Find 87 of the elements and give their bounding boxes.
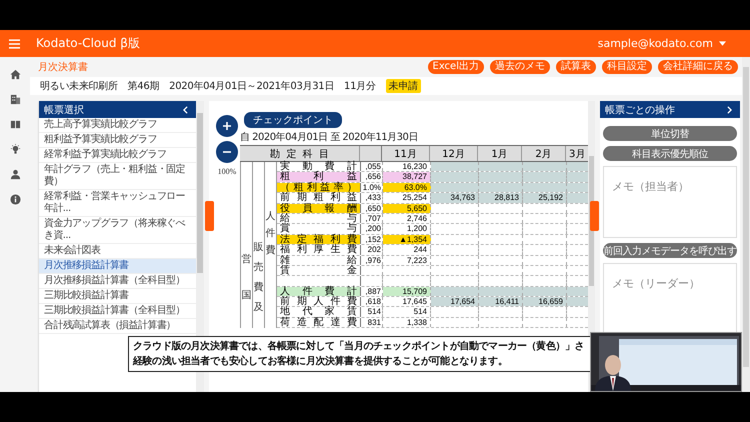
company-name: 明るい未来印刷所 (40, 80, 118, 93)
operation-button[interactable]: 科目表示優先順位 (603, 146, 737, 161)
table-cell: 16,411 (479, 297, 523, 306)
operation-button[interactable]: 単位切替 (603, 126, 737, 141)
report-list-item[interactable]: 三期比較損益計算書（全科目型） (39, 304, 196, 319)
report-list-item[interactable]: 経常利益予算実績比較グラフ (39, 148, 196, 163)
fiscal-term: 第46期 (128, 80, 160, 93)
table-cell: 38,727 (383, 172, 431, 182)
shaded-cell (523, 172, 567, 182)
table-cell: 5,650 (383, 204, 431, 213)
page-title: 月次決算書 (38, 60, 88, 74)
checkpoint-button[interactable]: チェックポイント (244, 112, 342, 128)
scrollbar[interactable] (742, 57, 750, 392)
group-label: 販売費及 (254, 241, 264, 315)
status-badge: 未申請 (386, 79, 421, 93)
report-list-item[interactable]: 売上高予算実績比較グラフ (39, 118, 196, 133)
report-list-item[interactable]: 月次推移損益計算書（全科目型） (39, 274, 196, 289)
memo-field[interactable]: メモ（リーダー） (603, 263, 737, 335)
subtitle-text: 経験の浅い担当者でも安心してお客様に月次決算書を提供することが可能となります。 (133, 354, 508, 369)
report-month: 11月分 (344, 80, 376, 93)
zoom-out-button[interactable] (216, 141, 238, 163)
caret-icon (719, 41, 726, 46)
account-cell: 法定福利費 (277, 234, 361, 244)
report-list-item[interactable]: 合計残高試算表（損益計算書） (39, 319, 196, 334)
shaded-cell (567, 182, 588, 192)
lightbulb-icon[interactable] (10, 144, 20, 155)
shaded-cell (479, 182, 523, 192)
menu-icon[interactable] (9, 38, 20, 48)
recall-memo-button[interactable]: 前回入力メモデータを呼び出す (603, 243, 737, 258)
report-list-item[interactable]: 月次推移損益計算書 (39, 259, 196, 274)
book-icon[interactable] (10, 119, 20, 130)
column-header: 2月 (522, 146, 566, 161)
table-cell: 17,654 (431, 297, 479, 306)
shaded-cell (523, 162, 567, 172)
account-cell: 前期人件費 (277, 297, 361, 306)
column-header: 勘定科目 (240, 146, 360, 161)
app-title: Kodato-Cloud β版 (36, 35, 140, 52)
account-cell: 給与 (277, 214, 361, 224)
table-cell: ▲1,354 (383, 234, 431, 244)
account-cell: 賞与 (277, 224, 361, 234)
collapse-icon[interactable] (183, 106, 188, 114)
account-cell: 実動費計 (277, 162, 361, 172)
shaded-cell (567, 297, 588, 306)
account-cell: 粗利益 (277, 172, 361, 182)
expand-icon[interactable] (727, 106, 732, 114)
account-cell: （粗利益率） (277, 182, 361, 192)
account-cell: 役員報酬 (277, 204, 361, 213)
column-header: 1月 (478, 146, 522, 161)
panel-title: 帳票選択 (44, 104, 84, 116)
report-list-item[interactable]: 三期比較損益計算書 (39, 289, 196, 304)
account-cell: 前期粗利益 (277, 193, 361, 203)
memo-field[interactable]: メモ（担当者） (603, 166, 737, 238)
column-header: 12月 (430, 146, 478, 161)
home-icon[interactable] (10, 69, 20, 80)
account-cell: 人件費計 (277, 286, 361, 296)
column-header: 11月 (382, 146, 430, 161)
table-cell: 28,813 (479, 193, 523, 203)
account-cell: 福利厚生費 (277, 245, 361, 255)
account-cell: 雑給 (277, 256, 361, 265)
shaded-cell (567, 193, 588, 203)
fiscal-period: 2020年04月01日～2021年03月31日 (169, 80, 334, 93)
panel-title: 帳票ごとの操作 (605, 104, 675, 116)
subtitle-text: クラウド版の月次決算書では、各帳票に対して「当月のチェックポイントが自動でマーカー（黄色）」さ (133, 339, 586, 354)
group-label: 人件費 (266, 210, 276, 258)
building-icon[interactable] (10, 94, 20, 105)
zoom-level: 100% (218, 167, 236, 176)
shaded-cell (567, 172, 588, 182)
table-cell: 34,763 (431, 193, 479, 203)
report-list-item[interactable]: 粗利益予算実績比較グラフ (39, 133, 196, 148)
plus-icon (222, 121, 232, 131)
info-icon[interactable] (10, 194, 20, 205)
group-label: 営国 (242, 252, 252, 303)
zoom-in-button[interactable] (216, 115, 238, 137)
shaded-cell (479, 162, 523, 172)
date-range: 自 2020年04月01日 至 2020年11月30日 (240, 131, 419, 144)
shaded-cell (523, 182, 567, 192)
table-cell: 16,659 (523, 297, 567, 306)
table-cell: 63.0% (383, 182, 431, 192)
account-cell: 荷造配達費 (277, 318, 361, 328)
table-cell: 15,709 (383, 286, 431, 296)
account-cell: 地代家賃 (277, 307, 361, 317)
table-cell: 25,192 (523, 193, 567, 203)
shaded-cell (567, 162, 588, 172)
shaded-cell (479, 172, 523, 182)
shaded-cell (567, 286, 588, 296)
person-icon[interactable] (10, 169, 20, 180)
account-cell: 賃金 (277, 266, 361, 276)
